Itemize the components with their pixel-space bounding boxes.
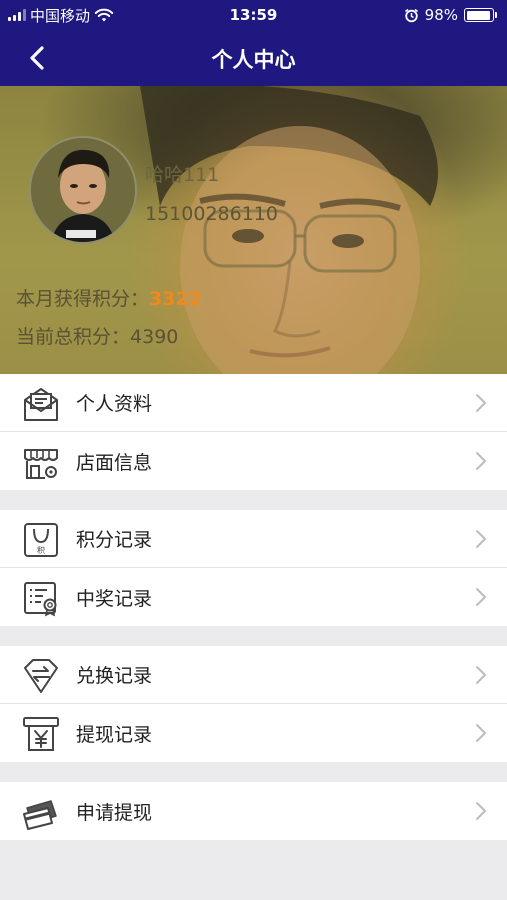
- yuan-receipt-icon: [23, 717, 59, 751]
- menu-item-store-info[interactable]: 店面信息: [0, 432, 507, 490]
- chevron-right-icon: [476, 588, 486, 606]
- menu-item-points-history[interactable]: 积 积分记录: [0, 510, 507, 568]
- menu-label-withdraw-history: 提现记录: [76, 723, 153, 746]
- chevron-right-icon: [476, 452, 486, 470]
- total-points-label: 当前总积分：: [16, 326, 131, 348]
- username: 哈哈111: [145, 164, 220, 186]
- menu-item-prize-history[interactable]: 中奖记录: [0, 568, 507, 626]
- menu-group-profile: 个人资料 店面信息: [0, 374, 507, 490]
- page-title: 个人中心: [211, 48, 296, 72]
- exchange-gem-icon: [24, 659, 58, 693]
- menu-group-withdraw: 申请提现: [0, 782, 507, 840]
- menu-label-points-history: 积分记录: [76, 529, 153, 551]
- menu-item-withdraw-history[interactable]: 提现记录: [0, 704, 507, 762]
- status-bar: 中国移动 13:59 98%: [0, 0, 507, 30]
- battery-percent: 98%: [424, 6, 458, 24]
- chevron-right-icon: [476, 530, 486, 548]
- alarm-icon: [404, 8, 418, 22]
- month-points-label: 本月获得积分：: [16, 288, 150, 310]
- phone-number: 15100286110: [145, 203, 278, 225]
- svg-text:积: 积: [37, 545, 45, 555]
- cards-icon: [23, 800, 57, 830]
- menu-label-apply-withdraw: 申请提现: [76, 801, 153, 824]
- total-points-row: 当前总积分：4390: [16, 322, 178, 349]
- nav-bar: 个人中心: [0, 30, 507, 86]
- month-points-row: 本月获得积分：3322: [16, 284, 202, 311]
- avatar-image: [31, 138, 135, 242]
- battery-icon: [464, 8, 494, 22]
- menu-label-exchange-history: 兑换记录: [76, 665, 153, 687]
- menu-item-personal-info[interactable]: 个人资料: [0, 374, 507, 432]
- menu-label-store-info: 店面信息: [76, 451, 153, 474]
- avatar[interactable]: [29, 136, 137, 244]
- menu-group-records: 积 积分记录 中奖记录: [0, 510, 507, 626]
- chevron-right-icon: [476, 394, 486, 412]
- menu-group-exchange: 兑换记录 提现记录: [0, 646, 507, 762]
- menu-label-personal-info: 个人资料: [76, 393, 153, 415]
- month-points-value: 3322: [149, 288, 202, 310]
- envelope-icon: [24, 388, 58, 421]
- chevron-right-icon: [476, 802, 486, 820]
- storefront-icon: [24, 449, 58, 479]
- total-points-value: 4390: [130, 326, 179, 348]
- menu-label-prize-history: 中奖记录: [76, 587, 153, 610]
- menu-item-apply-withdraw[interactable]: 申请提现: [0, 782, 507, 840]
- battery-tip: [495, 12, 497, 18]
- status-right: 98%: [404, 6, 497, 24]
- chevron-right-icon: [476, 724, 486, 742]
- menu-item-exchange-history[interactable]: 兑换记录: [0, 646, 507, 704]
- certificate-icon: [24, 582, 57, 617]
- profile-header: 哈哈111 15100286110 本月获得积分：3322 当前总积分：4390: [0, 86, 507, 374]
- points-bag-icon: 积: [24, 523, 58, 557]
- chevron-right-icon: [476, 666, 486, 684]
